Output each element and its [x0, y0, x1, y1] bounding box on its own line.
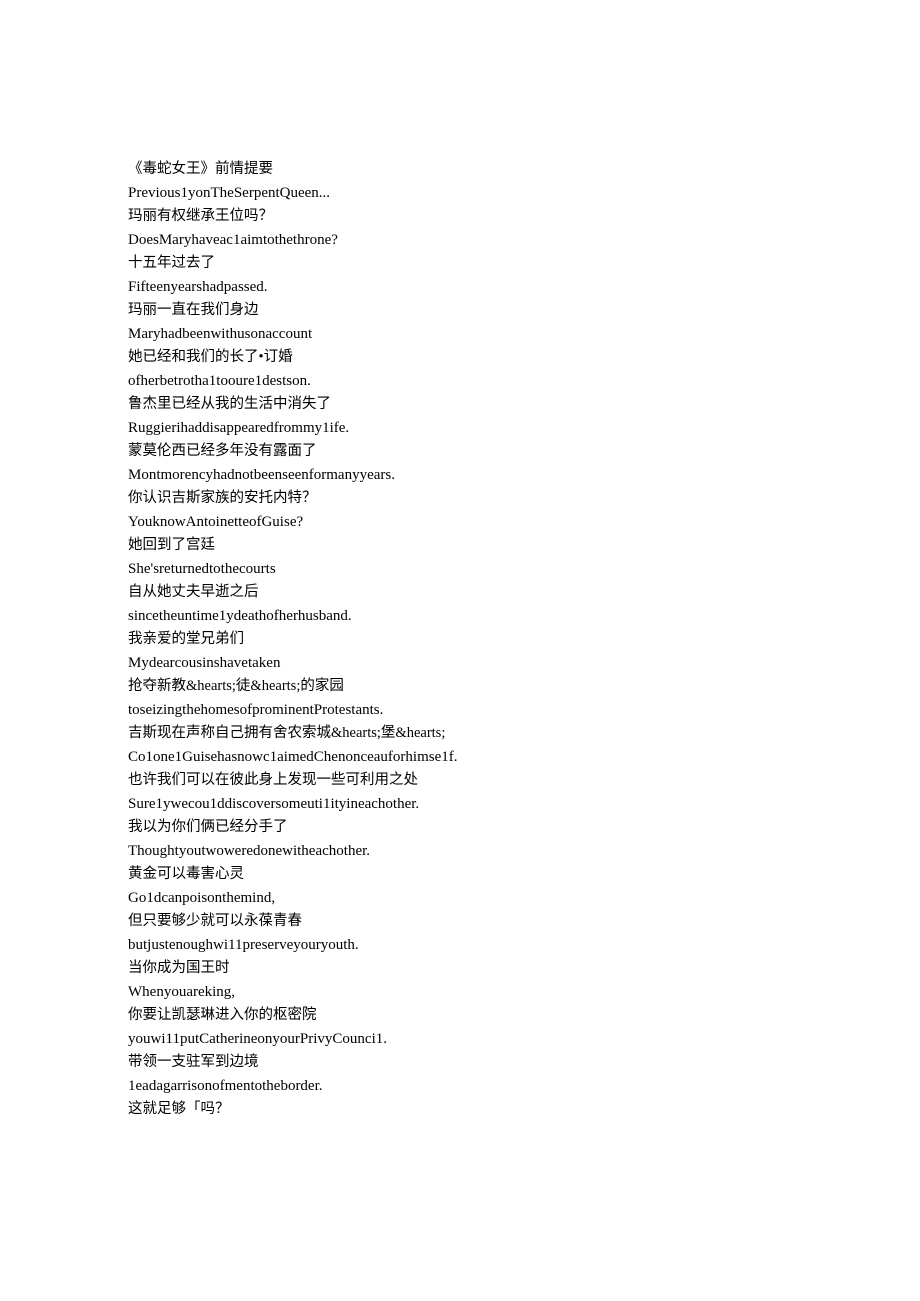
transcript-line-english: Fifteenyearshadpassed. — [128, 278, 268, 295]
transcript-line-english: 1eadagarrisonofmentotheborder. — [128, 1077, 323, 1094]
transcript-line-english: sincetheuntime1ydeathofherhusband. — [128, 607, 352, 624]
transcript-line-chinese: 带领一支驻军到边境 — [128, 1054, 259, 1070]
transcript-line-chinese: 你认识吉斯家族的安托内特？ — [128, 490, 317, 506]
transcript-line-english: Mydearcousinshavetaken — [128, 654, 281, 671]
transcript-line-chinese: 她回到了宫廷 — [128, 537, 215, 553]
transcript-line-chinese: 黄金可以毒害心灵 — [128, 866, 244, 882]
transcript-line-chinese: 我以为你们俩已经分手了 — [128, 819, 288, 835]
transcript-line-chinese: 十五年过去了 — [128, 255, 215, 271]
transcript-line-chinese: 也许我们可以在彼此身上发现一些可利用之处 — [128, 772, 418, 788]
transcript-line-chinese: 蒙莫伦西已经多年没有露面了 — [128, 443, 317, 459]
transcript-line-english: toseizingthehomesofprominentProtestants. — [128, 701, 384, 718]
transcript-line-english: Previous1yonTheSerpentQueen... — [128, 184, 331, 201]
transcript-line-english: Ruggierihaddisappearedfrommy1ife. — [128, 419, 350, 436]
transcript-line-english: YouknowAntoinetteofGuise? — [128, 513, 304, 530]
transcript-line-english: Maryhadbeenwithusonaccount — [128, 325, 313, 342]
transcript-body: 《毒蛇女王》前情提要 Previous1yonTheSerpentQueen...… — [128, 158, 888, 1122]
transcript-line-chinese: 你要让凯瑟琳进入你的枢密院 — [128, 1007, 317, 1023]
transcript-line-chinese: 《毒蛇女王》前情提要 — [128, 161, 273, 177]
transcript-line-english: Whenyouareking, — [128, 983, 236, 1000]
transcript-line-english: butjustenoughwi11preserveyouryouth. — [128, 936, 359, 953]
transcript-line-chinese: 自从她丈夫早逝之后 — [128, 584, 259, 600]
transcript-line-chinese: 玛丽一直在我们身边 — [128, 302, 259, 318]
transcript-line-chinese: 这就足够「吗？ — [128, 1101, 230, 1117]
transcript-line-chinese: 吉斯现在声称自己拥有舍农索城&hearts;堡&hearts; — [128, 725, 446, 741]
transcript-line-english: ofherbetrotha1tooure1destson. — [128, 372, 311, 389]
transcript-line-chinese: 抢夺新教&hearts;徒&hearts;的家园 — [128, 678, 344, 694]
transcript-line-chinese: 我亲爱的堂兄弟们 — [128, 631, 244, 647]
transcript-line-english: youwi11putCatherineonyourPrivyCounci1. — [128, 1030, 387, 1047]
transcript-line-chinese: 她已经和我们的长了•订婚 — [128, 349, 293, 365]
transcript-line-english: Montmorencyhadnotbeenseenformanyyears. — [128, 466, 395, 483]
transcript-line-english: Co1one1Guisehasnowc1aimedChenonceauforhi… — [128, 748, 458, 765]
transcript-line-english: DoesMaryhaveac1aimtothethrone? — [128, 231, 338, 248]
transcript-line-chinese: 鲁杰里已经从我的生活中消失了 — [128, 396, 331, 412]
document-page: 《毒蛇女王》前情提要 Previous1yonTheSerpentQueen...… — [0, 0, 920, 1301]
transcript-line-english: Thoughtyoutwoweredonewitheachother. — [128, 842, 371, 859]
transcript-line-english: She'sreturnedtothecourts — [128, 560, 276, 577]
transcript-line-chinese: 玛丽有权继承王位吗？ — [128, 208, 273, 224]
transcript-line-chinese: 当你成为国王时 — [128, 960, 230, 976]
transcript-line-english: Sure1ywecou1ddiscoversomeuti1ityineachot… — [128, 795, 420, 812]
transcript-line-english: Go1dcanpoisonthemind, — [128, 889, 276, 906]
transcript-line-chinese: 但只要够少就可以永葆青春 — [128, 913, 302, 929]
